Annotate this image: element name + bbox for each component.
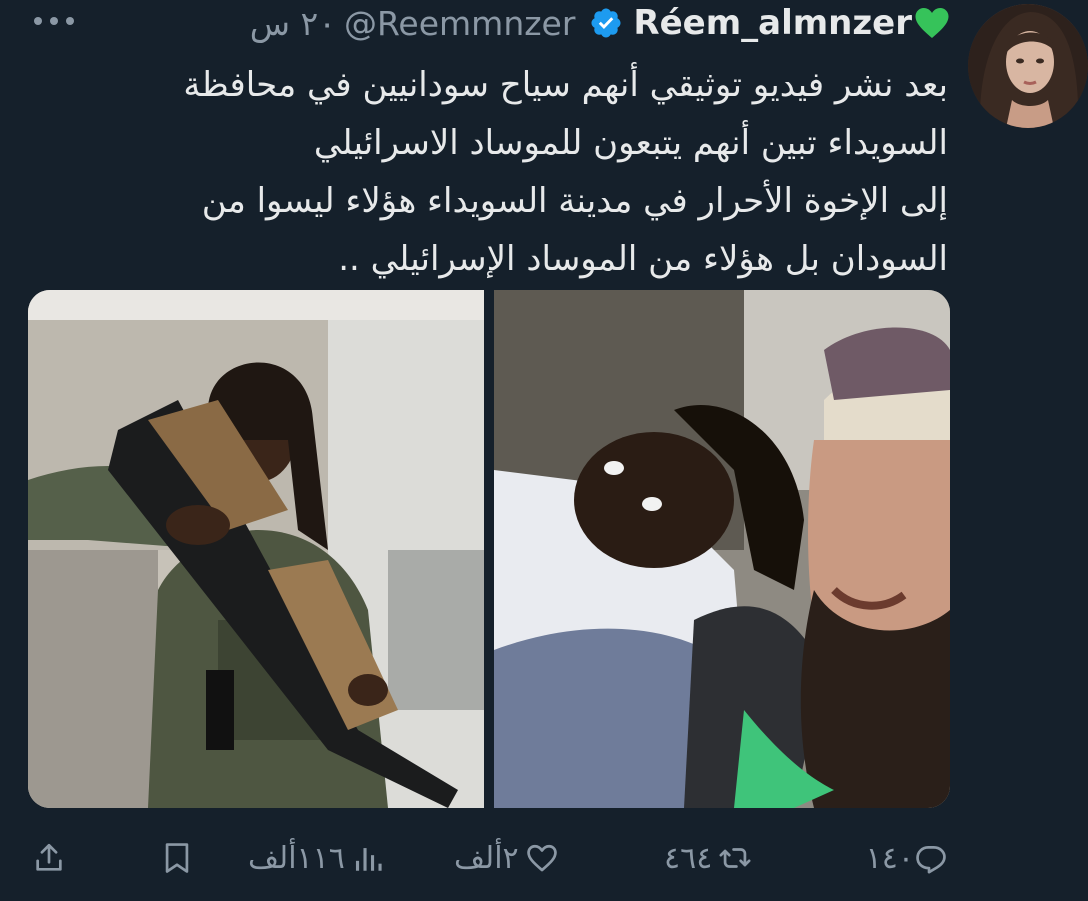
tweet-header: ٢٠ س @Reemmnzer Réem_almnzer — [250, 0, 950, 46]
retweet-icon — [719, 848, 751, 868]
views-chart-icon — [355, 848, 382, 871]
retweet-button[interactable]: ٤٦٤ — [664, 828, 752, 888]
bookmark-button[interactable] — [160, 828, 194, 888]
action-bar: ١٤٠ ٤٦٤ ٢ألف ١١٦ألف — [0, 828, 1088, 888]
reply-icon — [916, 846, 946, 874]
green-heart-icon — [915, 8, 949, 38]
heart-outline-icon — [526, 844, 557, 872]
tweet-text-line: إلى الإخوة الأحرار في مدينة السويداء هؤل… — [201, 181, 948, 221]
tweet: ٢٠ س @Reemmnzer Réem_almnzer بعد نشر فيد… — [0, 0, 1088, 901]
like-count: ٢ألف — [454, 840, 519, 876]
media-photo-soldier[interactable] — [28, 290, 484, 808]
reply-button[interactable]: ١٤٠ — [864, 828, 948, 888]
timestamp[interactable]: ٢٠ س — [250, 4, 336, 43]
like-button[interactable]: ٢ألف — [454, 828, 559, 888]
more-options-icon[interactable] — [30, 6, 78, 36]
views-count: ١١٦ألف — [248, 840, 345, 876]
author-handle[interactable]: @Reemmnzer — [344, 4, 575, 43]
retweet-count: ٤٦٤ — [664, 840, 713, 876]
views-button[interactable]: ١١٦ألف — [248, 828, 385, 888]
tweet-text-line: بعد نشر فيديو توثيقي أنهم سياح سودانيين … — [183, 65, 948, 105]
tweet-text-line: السويداء تبين أنهم يتبعون للموساد الاسرا… — [313, 123, 948, 163]
verified-badge-icon — [591, 8, 621, 38]
bookmark-icon — [165, 843, 189, 873]
media-divider — [484, 290, 494, 808]
tweet-text-line: السودان بل هؤلاء من الموساد الإسرائيلي .… — [338, 239, 948, 279]
author-display-name[interactable]: Réem_almnzer — [633, 3, 912, 43]
reply-count: ١٤٠ — [865, 840, 914, 876]
media-photo-selfie[interactable] — [494, 290, 950, 808]
avatar[interactable] — [968, 4, 1088, 128]
share-icon — [36, 843, 62, 871]
tweet-text: بعد نشر فيديو توثيقي أنهم سياح سودانيين … — [88, 56, 948, 288]
share-button[interactable] — [32, 828, 66, 888]
tweet-media[interactable] — [28, 290, 950, 808]
